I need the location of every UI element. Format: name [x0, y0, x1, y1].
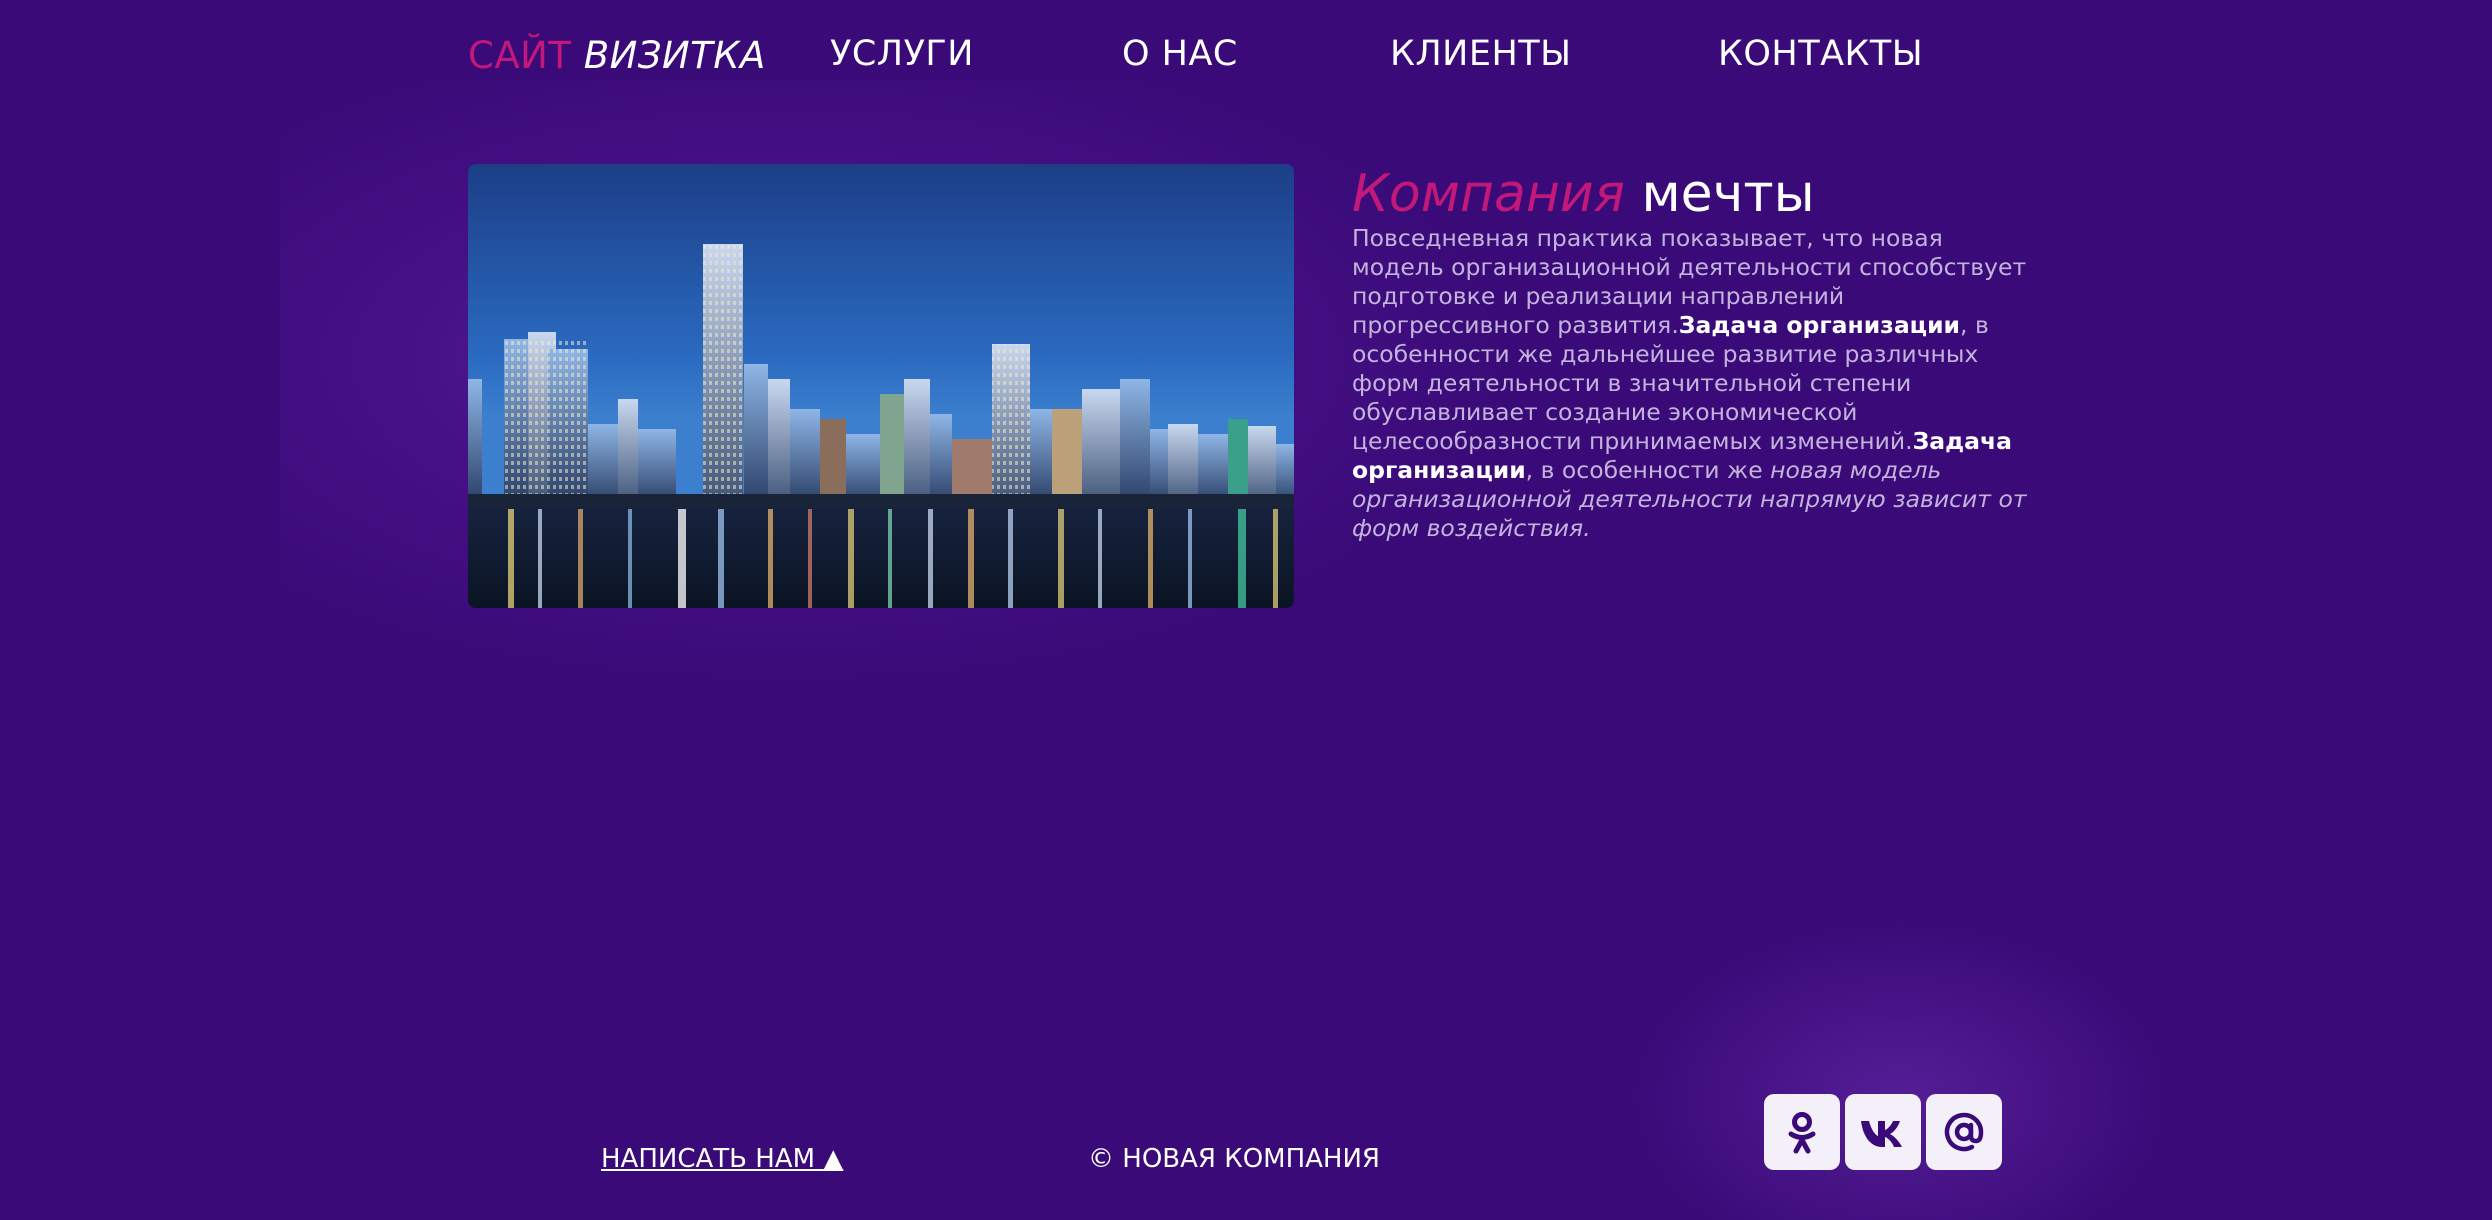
mail-at-icon[interactable]: [1926, 1094, 2002, 1170]
about-text: Повседневная практика показывает, что но…: [1352, 224, 2032, 543]
vk-glyph: [1861, 1121, 1902, 1147]
odnoklassniki-icon[interactable]: [1764, 1094, 1840, 1170]
logo-part-1: САЙТ: [468, 34, 572, 77]
about-section: Компания мечты Повседневная практика пок…: [1352, 164, 2032, 543]
skyline-illustration: [468, 164, 1294, 608]
page: САЙТ ВИЗИТКА УСЛУГИ О НАС КЛИЕНТЫ КОНТАК…: [0, 0, 2492, 1220]
about-title-part-1: Компания: [1352, 164, 1625, 224]
mail-at-glyph: [1944, 1112, 1984, 1152]
vk-icon[interactable]: [1845, 1094, 1921, 1170]
about-text-3: , в особенности же: [1525, 456, 1771, 484]
city-skyline-image: [468, 164, 1294, 608]
nav-item-contacts[interactable]: КОНТАКТЫ: [1718, 34, 1923, 74]
write-us-link[interactable]: НАПИСАТЬ НАМ ▲: [601, 1144, 843, 1174]
about-title-part-2: мечты: [1641, 164, 1815, 224]
copyright: © НОВАЯ КОМПАНИЯ: [1088, 1144, 1380, 1174]
nav-item-clients[interactable]: КЛИЕНТЫ: [1390, 34, 1572, 74]
logo-part-2: ВИЗИТКА: [583, 34, 766, 77]
site-logo[interactable]: САЙТ ВИЗИТКА: [468, 34, 766, 77]
nav-item-about[interactable]: О НАС: [1122, 34, 1238, 74]
top-nav: САЙТ ВИЗИТКА УСЛУГИ О НАС КЛИЕНТЫ КОНТАК…: [0, 34, 2492, 84]
about-title: Компания мечты: [1352, 164, 2032, 224]
background-glow-social: [1600, 900, 2200, 1220]
about-bold-1: Задача организации: [1678, 311, 1961, 339]
odnoklassniki-glyph: [1788, 1112, 1816, 1154]
nav-item-services[interactable]: УСЛУГИ: [830, 34, 974, 74]
